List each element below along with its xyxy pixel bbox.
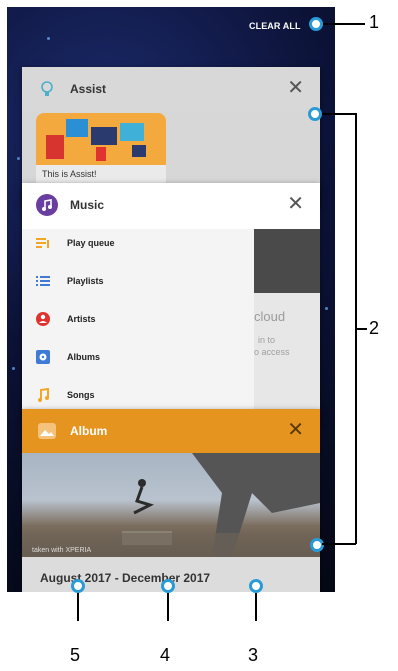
menu-item-albums[interactable]: Albums [22,343,254,371]
menu-item-label: Albums [67,352,101,362]
artist-icon [36,312,50,326]
list-icon [36,274,50,288]
callout-line-1 [323,23,365,25]
callout-number-5: 5 [70,645,81,665]
callout-line-2-tick [355,328,367,330]
recents-square-icon[interactable] [249,579,263,593]
faded-text: o access [254,347,290,357]
music-content-panel: cloud in to o access [254,229,320,419]
photo-icon [38,423,56,439]
menu-item-play-queue[interactable]: Play queue [22,229,254,257]
music-card-title: Music [70,198,105,212]
assist-card-header[interactable]: Assist ✕ [22,67,320,111]
close-icon[interactable]: ✕ [287,419,304,441]
menu-item-songs[interactable]: Songs [22,381,254,409]
menu-item-label: Play queue [67,238,115,248]
callout-line-2-top [322,113,356,115]
music-artwork [254,229,320,293]
song-icon [36,387,50,402]
album-card-header[interactable]: Album ✕ [22,409,320,453]
album-card-title: Album [70,424,108,438]
faded-text: in to [258,335,276,345]
music-menu-list: Play queue Playlists Artists Albums Song… [22,229,254,419]
album-icon [36,350,50,364]
background-dot [17,157,20,160]
album-card[interactable]: Album ✕ taken with XPERIA August 2017 - … [22,409,320,592]
back-triangle-icon[interactable] [71,579,85,593]
callout-number-4: 4 [160,645,171,665]
menu-item-artists[interactable]: Artists [22,305,254,333]
background-dot [47,37,50,40]
callout-line-4 [167,593,169,621]
card-marker-bottom [310,538,324,552]
music-card-header[interactable]: Music ✕ [22,183,320,227]
music-note-icon [36,194,58,216]
assist-card-title: Assist [70,82,107,96]
card-marker-top [308,107,322,121]
assist-illustration [36,113,166,165]
menu-item-label: Playlists [67,276,104,286]
menu-item-label: Songs [67,390,95,400]
assist-preview: This is Assist! [36,113,166,189]
menu-item-playlists[interactable]: Playlists [22,267,254,295]
callout-number-3: 3 [248,645,259,665]
background-dot [12,367,15,370]
faded-text: cloud [254,309,286,324]
home-circle-icon[interactable] [161,579,175,593]
album-photo[interactable]: taken with XPERIA [22,453,320,557]
menu-item-label: Artists [67,314,96,324]
callout-number-2: 2 [369,318,380,338]
queue-icon [36,236,50,250]
music-card[interactable]: Music ✕ Play queue Playlists Artists Alb… [22,183,320,423]
clear-all-button[interactable]: CLEAR ALL [249,21,301,31]
background-dot [325,307,328,310]
callout-line-3 [255,593,257,621]
album-date-range: August 2017 - December 2017 [40,571,211,585]
photo-watermark: taken with XPERIA [32,547,92,554]
callout-number-1: 1 [369,12,380,32]
close-icon[interactable]: ✕ [287,77,304,99]
assist-preview-caption: This is Assist! [42,169,97,179]
callout-line-2-bottom [322,543,356,545]
clear-all-marker [309,17,323,31]
lightbulb-icon [36,78,58,100]
callout-line-5 [77,593,79,621]
recent-apps-screen: CLEAR ALL Assist ✕ This is Assist! Music… [7,7,335,592]
close-icon[interactable]: ✕ [287,193,304,215]
